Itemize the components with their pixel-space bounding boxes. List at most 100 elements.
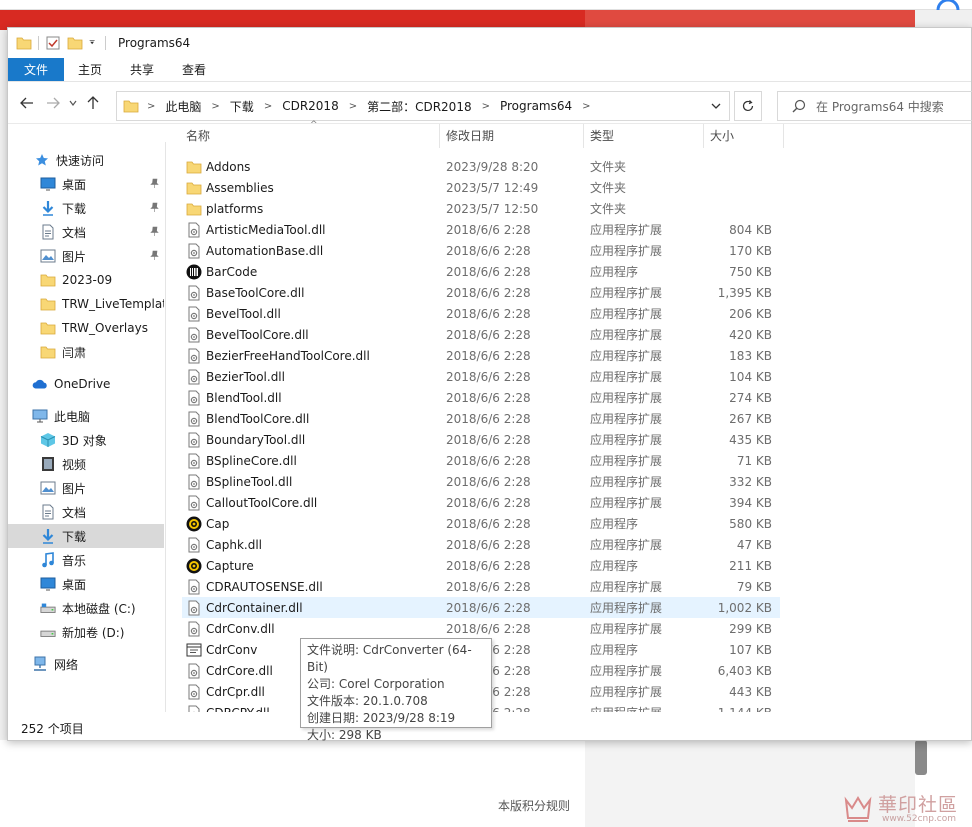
file-row[interactable]: BevelTool.dll 2018/6/6 2:28 应用程序扩展 206 KB xyxy=(182,303,780,324)
file-size: 170 KB xyxy=(729,243,772,258)
file-size: 443 KB xyxy=(729,684,772,699)
recent-locations-button[interactable] xyxy=(66,90,80,116)
file-row[interactable]: CdrConv.dll 2018/6/6 2:28 应用程序扩展 299 KB xyxy=(182,618,780,639)
file-row[interactable]: Cap 2018/6/6 2:28 应用程序 580 KB xyxy=(182,513,780,534)
file-row[interactable]: BSplineCore.dll 2018/6/6 2:28 应用程序扩展 71 KB xyxy=(182,450,780,471)
file-name: BSplineCore.dll xyxy=(206,453,297,468)
file-row[interactable]: Capture 2018/6/6 2:28 应用程序 211 KB xyxy=(182,555,780,576)
column-divider[interactable] xyxy=(783,124,784,148)
file-row[interactable]: CDRAUTOSENSE.dll 2018/6/6 2:28 应用程序扩展 79 KB xyxy=(182,576,780,597)
quick-access-dropdown-icon[interactable] xyxy=(89,36,99,50)
file-row[interactable]: AutomationBase.dll 2018/6/6 2:28 应用程序扩展 170… xyxy=(182,240,780,261)
file-name: CDRAUTOSENSE.dll xyxy=(206,579,323,594)
tab-view[interactable]: 查看 xyxy=(168,58,220,81)
file-row[interactable]: ArtisticMediaTool.dll 2018/6/6 2:28 应用程序扩展… xyxy=(182,219,780,240)
file-row[interactable]: Addons 2023/9/28 8:20 文件夹 xyxy=(182,156,780,177)
file-row[interactable]: BarCode 2018/6/6 2:28 应用程序 750 KB xyxy=(182,261,780,282)
edge-icon xyxy=(936,0,960,10)
tooltip-description: 文件说明: CdrConverter (64-Bit) xyxy=(307,643,472,674)
file-row[interactable]: BaseToolCore.dll 2018/6/6 2:28 应用程序扩展 1,395… xyxy=(182,282,780,303)
sidebar-item[interactable]: 本地磁盘 (C:) xyxy=(8,596,164,620)
column-header-date[interactable]: 修改日期 xyxy=(446,120,494,150)
tab-file[interactable]: 文件 xyxy=(8,58,64,81)
breadcrumb-programs64[interactable]: Programs64 > xyxy=(500,99,601,113)
file-row[interactable]: Assemblies 2023/5/7 12:49 文件夹 xyxy=(182,177,780,198)
breadcrumb-root-chevron[interactable]: > xyxy=(147,101,165,112)
breadcrumb-cdr2018[interactable]: CDR2018 > xyxy=(282,99,367,113)
sidebar-item-label: 文档 xyxy=(62,225,87,240)
pin-icon[interactable] xyxy=(150,226,159,239)
file-modified-date: 2018/6/6 2:28 xyxy=(446,600,531,615)
tab-share[interactable]: 共享 xyxy=(116,58,168,81)
file-info-tooltip: 文件说明: CdrConverter (64-Bit) 公司: Corel Co… xyxy=(300,638,492,742)
file-row[interactable]: CalloutToolCore.dll 2018/6/6 2:28 应用程序扩展 39… xyxy=(182,492,780,513)
new-folder-icon[interactable] xyxy=(67,36,83,50)
address-history-button[interactable] xyxy=(703,92,729,120)
file-type: 应用程序扩展 xyxy=(590,454,663,468)
tooltip-company: 公司: Corel Corporation xyxy=(307,677,445,691)
file-row[interactable]: BlendToolCore.dll 2018/6/6 2:28 应用程序扩展 267 … xyxy=(182,408,780,429)
column-header-name[interactable]: 名称 xyxy=(186,120,210,150)
tab-home[interactable]: 主页 xyxy=(64,58,116,81)
breadcrumb-part2[interactable]: 第二部：CDR2018 > xyxy=(367,98,500,115)
file-row[interactable]: BoundaryTool.dll 2018/6/6 2:28 应用程序扩展 435 K… xyxy=(182,429,780,450)
pin-icon[interactable] xyxy=(150,178,159,191)
file-modified-date: 2023/5/7 12:49 xyxy=(446,180,539,195)
properties-check-icon[interactable] xyxy=(45,36,61,50)
file-row[interactable]: BezierTool.dll 2018/6/6 2:28 应用程序扩展 104 KB xyxy=(182,366,780,387)
sidebar-item[interactable]: 图片 xyxy=(8,244,164,268)
sidebar-item[interactable]: 2023-09 xyxy=(8,268,164,292)
sidebar-item[interactable]: 音乐 xyxy=(8,548,164,572)
sidebar-item[interactable]: 图片 xyxy=(8,476,164,500)
column-divider[interactable] xyxy=(439,124,440,148)
sidebar-item[interactable]: TRW_LiveTemplate xyxy=(8,292,164,316)
sidebar-item[interactable]: 此电脑 xyxy=(8,404,164,428)
sidebar-item[interactable]: 闫肃 xyxy=(8,340,164,364)
up-button[interactable] xyxy=(80,90,106,116)
file-row[interactable]: BezierFreeHandToolCore.dll 2018/6/6 2:28 应… xyxy=(182,345,780,366)
file-row[interactable]: BSplineTool.dll 2018/6/6 2:28 应用程序扩展 332 KB xyxy=(182,471,780,492)
sidebar-item[interactable]: 新加卷 (D:) xyxy=(8,620,164,644)
music-icon xyxy=(40,552,56,568)
page-scrollbar-thumb[interactable] xyxy=(915,740,927,775)
pin-icon[interactable] xyxy=(150,250,159,263)
sidebar-item[interactable]: 桌面 xyxy=(8,572,164,596)
file-row[interactable]: BevelToolCore.dll 2018/6/6 2:28 应用程序扩展 420 … xyxy=(182,324,780,345)
breadcrumb-downloads[interactable]: 下载 > xyxy=(230,98,282,115)
sidebar-item[interactable]: 网络 xyxy=(8,652,164,676)
column-divider[interactable] xyxy=(703,124,704,148)
column-header-size[interactable]: 大小 xyxy=(710,120,734,150)
address-bar[interactable]: > 此电脑 > 下载 > CDR2018 > 第二部：CDR2018 > Program… xyxy=(116,91,730,121)
sidebar-item[interactable]: TRW_Overlays xyxy=(8,316,164,340)
footer-rules-link[interactable]: 本版积分规则 xyxy=(498,797,570,814)
forward-button[interactable] xyxy=(40,90,66,116)
sidebar-item[interactable]: 文档 xyxy=(8,220,164,244)
sidebar-item[interactable]: 3D 对象 xyxy=(8,428,164,452)
breadcrumb-this-pc[interactable]: 此电脑 > xyxy=(165,98,229,115)
file-size: 211 KB xyxy=(729,558,772,573)
file-row[interactable]: Caphk.dll 2018/6/6 2:28 应用程序扩展 47 KB xyxy=(182,534,780,555)
file-row[interactable]: BlendTool.dll 2018/6/6 2:28 应用程序扩展 274 KB xyxy=(182,387,780,408)
sidebar-item[interactable]: 视频 xyxy=(8,452,164,476)
pin-icon[interactable] xyxy=(150,202,159,215)
dll-icon xyxy=(186,621,202,637)
column-divider[interactable] xyxy=(583,124,584,148)
back-button[interactable] xyxy=(14,90,40,116)
file-size: 435 KB xyxy=(729,432,772,447)
file-explorer-window: Programs64 文件 主页 共享 查看 > 此电脑 > 下载 > CDR201… xyxy=(7,27,972,741)
file-size: 580 KB xyxy=(729,516,772,531)
sidebar-item[interactable]: 桌面 xyxy=(8,172,164,196)
dll-icon xyxy=(186,537,202,553)
browser-chrome xyxy=(0,0,972,10)
sidebar-item[interactable]: 下载 xyxy=(8,524,164,548)
sidebar-item[interactable]: 文档 xyxy=(8,500,164,524)
file-size: 267 KB xyxy=(729,411,772,426)
sidebar-item[interactable]: 下载 xyxy=(8,196,164,220)
search-input[interactable]: 在 Programs64 中搜索 xyxy=(777,91,972,121)
file-row[interactable]: platforms 2023/5/7 12:50 文件夹 xyxy=(182,198,780,219)
file-row[interactable]: CdrContainer.dll 2018/6/6 2:28 应用程序扩展 1,002… xyxy=(182,597,780,618)
sidebar-item[interactable]: OneDrive xyxy=(8,372,164,396)
refresh-button[interactable] xyxy=(734,91,762,121)
column-header-type[interactable]: 类型 xyxy=(590,120,614,150)
sidebar-item[interactable]: 快速访问 xyxy=(8,148,164,172)
